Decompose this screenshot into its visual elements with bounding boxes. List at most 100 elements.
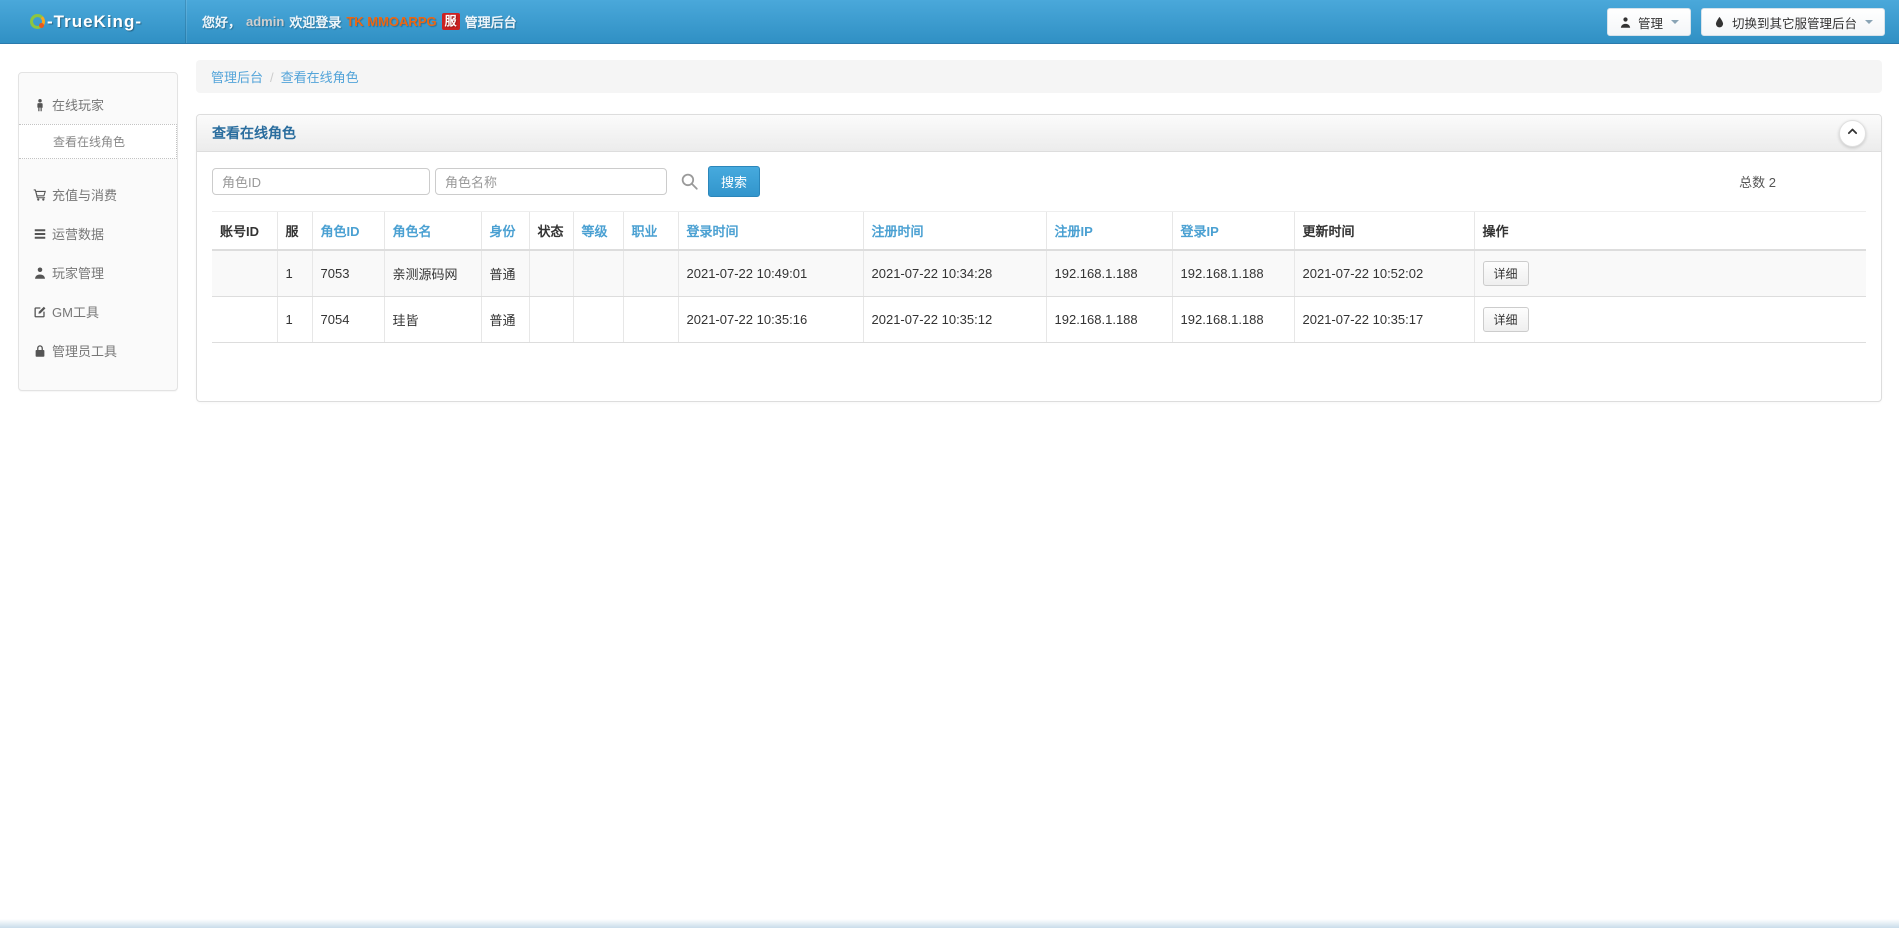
column-header-11[interactable]: 注册IP <box>1045 211 1172 251</box>
caret-down-icon <box>1670 20 1679 24</box>
cell: 192.168.1.188 <box>1045 296 1172 343</box>
detail-button[interactable]: 详细 <box>1482 307 1529 332</box>
column-header-5[interactable]: 身份 <box>480 211 529 251</box>
role-name-label: 角色名称 <box>445 175 498 190</box>
sidebar-item-2[interactable]: 充值与消费 <box>19 175 177 214</box>
detail-button[interactable]: 详细 <box>1482 261 1529 286</box>
action-cell: 详细 <box>1473 296 1866 343</box>
welcome-suffix: 管理后台 <box>464 15 517 30</box>
sidebar-subitem-active[interactable]: 查看在线角色 <box>19 124 177 159</box>
admin-dropdown-button[interactable]: 管理 <box>1606 8 1691 36</box>
search-toolbar: 角色ID 角色名称 搜索 总数 2 <box>212 166 1866 197</box>
search-button[interactable]: 搜索 <box>708 166 761 197</box>
magnifier-icon[interactable] <box>680 172 699 191</box>
brand-logo[interactable]: -TrueKing- <box>0 0 186 43</box>
sidebar-item-6[interactable]: 管理员工具 <box>19 331 177 370</box>
cell <box>622 250 678 297</box>
cell: 192.168.1.188 <box>1045 250 1172 297</box>
column-header-14: 操作 <box>1473 211 1866 251</box>
welcome-middle: 欢迎登录 <box>289 15 342 30</box>
role-name-field-group: 角色名称 <box>435 168 667 195</box>
online-roles-table: 账号ID 服角色ID 角色名 身份 状态 等级 职业 登录时间 注册时间 注册IP 登录IP 更新时间… <box>212 211 1866 343</box>
breadcrumb-root-link[interactable]: 管理后台 <box>211 70 263 85</box>
action-cell: 详细 <box>1473 250 1866 297</box>
table-row: 1 7053 亲测源码网 普通 2021-07-22 10:49:01 2021-07-2… <box>212 250 1866 297</box>
total-count: 总数 2 <box>1739 172 1776 191</box>
cell: 7053 <box>311 250 384 297</box>
role-name-input[interactable] <box>503 169 666 194</box>
cell: 1 <box>276 296 312 343</box>
cell <box>212 296 277 343</box>
sidebar-item-label: 玩家管理 <box>52 266 105 281</box>
cell <box>212 250 277 297</box>
total-value: 2 <box>1768 175 1776 190</box>
cell: 1 <box>276 250 312 297</box>
column-header-12[interactable]: 登录IP <box>1171 211 1294 251</box>
caret-down-icon <box>1865 20 1873 24</box>
user-icon <box>1619 16 1632 29</box>
server-badge: 服 <box>441 13 460 30</box>
column-header-6: 状态 <box>528 211 573 251</box>
cell: 2021-07-22 10:35:17 <box>1293 296 1474 343</box>
list-icon <box>33 227 47 241</box>
table-body: 1 7053 亲测源码网 普通 2021-07-22 10:49:01 2021-07-2… <box>212 250 1866 343</box>
switch-server-dropdown-button[interactable]: 切换到其它服管理后台 <box>1700 8 1885 36</box>
sidebar-menu: 在线玩家查看在线角色充值与消费运营数据玩家管理 GM工具管理员工具 <box>18 72 178 391</box>
edit-icon <box>33 305 47 319</box>
top-navbar: -TrueKing- 您好， admin 欢迎登录 TK MMOARPG 服 管… <box>0 0 1899 44</box>
cell <box>622 296 678 343</box>
cart-icon <box>33 188 47 202</box>
welcome-prefix: 您好， <box>202 15 242 30</box>
column-header-7[interactable]: 等级 <box>572 211 623 251</box>
welcome-message: 您好， admin 欢迎登录 TK MMOARPG 服 管理后台 <box>202 12 517 31</box>
page-bottom-gradient <box>0 919 1899 928</box>
cell: 7054 <box>311 296 384 343</box>
droplet-icon <box>1713 16 1726 29</box>
sidebar-item-label: 管理员工具 <box>52 344 118 359</box>
cell <box>572 296 623 343</box>
breadcrumb: 管理后台 / 查看在线角色 <box>196 60 1882 93</box>
cell: 2021-07-22 10:49:01 <box>677 250 863 297</box>
lock-icon <box>33 344 47 358</box>
column-header-10[interactable]: 注册时间 <box>862 211 1046 251</box>
cell: 普通 <box>480 296 529 343</box>
game-name: TK MMOARPG <box>346 14 437 29</box>
cell: 192.168.1.188 <box>1171 296 1294 343</box>
cell: 亲测源码网 <box>383 250 481 297</box>
cell <box>528 250 573 297</box>
collapse-panel-button[interactable] <box>1839 119 1866 147</box>
sidebar-item-1[interactable]: 在线玩家 <box>19 85 177 124</box>
cell: 2021-07-22 10:35:16 <box>677 296 863 343</box>
online-roles-panel: 查看在线角色 角色ID 角色名称 搜索 总数 2 账号ID 服 角色ID 角色名… <box>196 114 1882 402</box>
role-id-input[interactable] <box>267 169 429 194</box>
column-header-9[interactable]: 登录时间 <box>677 211 863 251</box>
admin-dropdown-label: 管理 <box>1637 16 1663 31</box>
cell: 普通 <box>480 250 529 297</box>
column-header-3[interactable]: 角色ID <box>311 211 384 251</box>
sidebar-item-label: GM工具 <box>52 305 99 320</box>
logo-text: -TrueKing- <box>47 11 142 31</box>
column-header-1: 账号ID <box>212 211 277 251</box>
male-icon <box>33 98 47 112</box>
sidebar-item-5[interactable]: GM工具 <box>19 292 177 331</box>
username: admin <box>246 14 285 29</box>
table-row: 1 7054 珪皆 普通 2021-07-22 10:35:16 2021-07-22 1… <box>212 296 1866 343</box>
main-content: 管理后台 / 查看在线角色 查看在线角色 角色ID 角色名称 搜索 总数 2 账… <box>196 44 1882 402</box>
sidebar-item-label: 在线玩家 <box>52 98 105 113</box>
user-icon <box>33 266 47 280</box>
panel-header: 查看在线角色 <box>197 115 1881 152</box>
navbar-actions: 管理 切换到其它服管理后台 <box>1606 8 1885 36</box>
cell: 珪皆 <box>383 296 481 343</box>
sidebar-item-label: 充值与消费 <box>52 188 118 203</box>
cell: 2021-07-22 10:35:12 <box>862 296 1046 343</box>
column-header-2: 服 <box>276 211 312 251</box>
breadcrumb-current-link[interactable]: 查看在线角色 <box>281 70 359 85</box>
sidebar-item-4[interactable]: 玩家管理 <box>19 253 177 292</box>
role-id-label: 角色ID <box>222 175 262 190</box>
cell <box>528 296 573 343</box>
cell: 192.168.1.188 <box>1171 250 1294 297</box>
column-header-4[interactable]: 角色名 <box>383 211 481 251</box>
sidebar-item-3[interactable]: 运营数据 <box>19 214 177 253</box>
column-header-8[interactable]: 职业 <box>622 211 678 251</box>
switch-server-label: 切换到其它服管理后台 <box>1731 16 1857 31</box>
